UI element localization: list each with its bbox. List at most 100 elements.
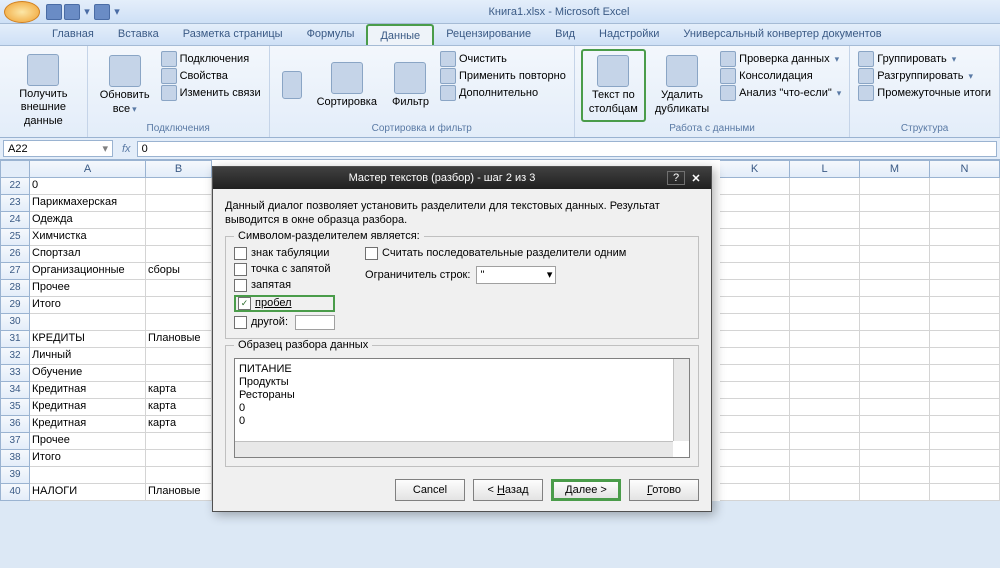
- formula-input[interactable]: 0: [137, 141, 997, 157]
- cell[interactable]: [146, 246, 212, 263]
- row-header[interactable]: 40: [0, 484, 30, 501]
- row-header[interactable]: 22: [0, 178, 30, 195]
- cell[interactable]: [790, 348, 860, 365]
- cell[interactable]: [930, 280, 1000, 297]
- tab-review[interactable]: Рецензирование: [434, 24, 543, 45]
- cell[interactable]: [860, 484, 930, 501]
- reapply-button[interactable]: Применить повторно: [438, 68, 568, 84]
- cell[interactable]: [860, 178, 930, 195]
- cell[interactable]: [930, 467, 1000, 484]
- cell[interactable]: [930, 416, 1000, 433]
- cell[interactable]: [790, 195, 860, 212]
- what-if-button[interactable]: Анализ "что-если": [718, 85, 843, 101]
- cell[interactable]: [720, 331, 790, 348]
- cell[interactable]: карта: [146, 382, 212, 399]
- tab-addins[interactable]: Надстройки: [587, 24, 671, 45]
- col-header[interactable]: A: [30, 160, 146, 178]
- tab-home[interactable]: Главная: [40, 24, 106, 45]
- remove-duplicates-button[interactable]: Удалить дубликаты: [649, 49, 715, 122]
- row-header[interactable]: 23: [0, 195, 30, 212]
- tab-checkbox-row[interactable]: знак табуляции: [234, 247, 335, 260]
- cell[interactable]: [860, 433, 930, 450]
- cell[interactable]: [146, 297, 212, 314]
- row-header[interactable]: 33: [0, 365, 30, 382]
- cell[interactable]: [720, 280, 790, 297]
- cell[interactable]: [30, 314, 146, 331]
- cell[interactable]: Кредитная: [30, 416, 146, 433]
- cell[interactable]: [146, 229, 212, 246]
- cell[interactable]: Спортзал: [30, 246, 146, 263]
- clear-button[interactable]: Очистить: [438, 51, 568, 67]
- row-header[interactable]: 30: [0, 314, 30, 331]
- office-button[interactable]: [4, 1, 40, 23]
- subtotal-button[interactable]: Промежуточные итоги: [856, 85, 993, 101]
- row-header[interactable]: 38: [0, 450, 30, 467]
- col-header[interactable]: N: [930, 160, 1000, 178]
- cell[interactable]: [720, 246, 790, 263]
- cell[interactable]: [146, 314, 212, 331]
- text-to-columns-button[interactable]: Текст по столбцам: [581, 49, 646, 122]
- cell[interactable]: Плановые: [146, 331, 212, 348]
- cell[interactable]: [790, 280, 860, 297]
- cell[interactable]: [860, 314, 930, 331]
- cell[interactable]: [860, 280, 930, 297]
- back-button[interactable]: < Назад: [473, 479, 543, 501]
- col-header[interactable]: K: [720, 160, 790, 178]
- cell[interactable]: [930, 246, 1000, 263]
- cell[interactable]: [146, 433, 212, 450]
- select-all-button[interactable]: [0, 160, 30, 178]
- cell[interactable]: [30, 467, 146, 484]
- cell[interactable]: [930, 178, 1000, 195]
- cell[interactable]: [860, 467, 930, 484]
- row-header[interactable]: 35: [0, 399, 30, 416]
- get-external-data-button[interactable]: Получить внешние данные: [6, 49, 81, 133]
- tab-converter[interactable]: Универсальный конвертер документов: [671, 24, 893, 45]
- cell[interactable]: [146, 348, 212, 365]
- fx-button[interactable]: fx: [116, 143, 137, 155]
- other-checkbox-row[interactable]: другой:: [234, 315, 335, 330]
- data-validation-button[interactable]: Проверка данных: [718, 51, 843, 67]
- tab-insert[interactable]: Вставка: [106, 24, 171, 45]
- cell[interactable]: [860, 263, 930, 280]
- ungroup-button[interactable]: Разгруппировать: [856, 68, 993, 84]
- cell[interactable]: [790, 331, 860, 348]
- next-button[interactable]: Далее >: [551, 479, 621, 501]
- edit-links-button[interactable]: Изменить связи: [159, 85, 263, 101]
- filter-button[interactable]: Фильтр: [386, 49, 435, 122]
- cell[interactable]: [146, 280, 212, 297]
- cell[interactable]: Парикмахерская: [30, 195, 146, 212]
- cell[interactable]: [790, 178, 860, 195]
- row-header[interactable]: 32: [0, 348, 30, 365]
- col-header[interactable]: B: [146, 160, 212, 178]
- cell[interactable]: Химчистка: [30, 229, 146, 246]
- cell[interactable]: 0: [30, 178, 146, 195]
- cell[interactable]: [860, 450, 930, 467]
- cell[interactable]: [720, 212, 790, 229]
- cell[interactable]: [930, 212, 1000, 229]
- cell[interactable]: [720, 348, 790, 365]
- cell[interactable]: [930, 297, 1000, 314]
- cell[interactable]: [146, 195, 212, 212]
- cell[interactable]: Кредитная: [30, 399, 146, 416]
- cell[interactable]: [860, 246, 930, 263]
- cell[interactable]: [860, 382, 930, 399]
- cell[interactable]: Одежда: [30, 212, 146, 229]
- consolidate-button[interactable]: Консолидация: [718, 68, 843, 84]
- cell[interactable]: [930, 195, 1000, 212]
- cell[interactable]: [720, 484, 790, 501]
- cell[interactable]: [790, 263, 860, 280]
- cell[interactable]: [720, 399, 790, 416]
- cell[interactable]: [720, 416, 790, 433]
- cell[interactable]: [930, 484, 1000, 501]
- cell[interactable]: [930, 348, 1000, 365]
- qat-customize-icon[interactable]: ▾: [112, 4, 122, 20]
- cell[interactable]: [790, 314, 860, 331]
- cell[interactable]: [790, 297, 860, 314]
- cell[interactable]: [720, 450, 790, 467]
- cell[interactable]: Обучение: [30, 365, 146, 382]
- cell[interactable]: [790, 212, 860, 229]
- cell[interactable]: [790, 484, 860, 501]
- cell[interactable]: Прочее: [30, 433, 146, 450]
- cell[interactable]: [930, 433, 1000, 450]
- cell[interactable]: [860, 195, 930, 212]
